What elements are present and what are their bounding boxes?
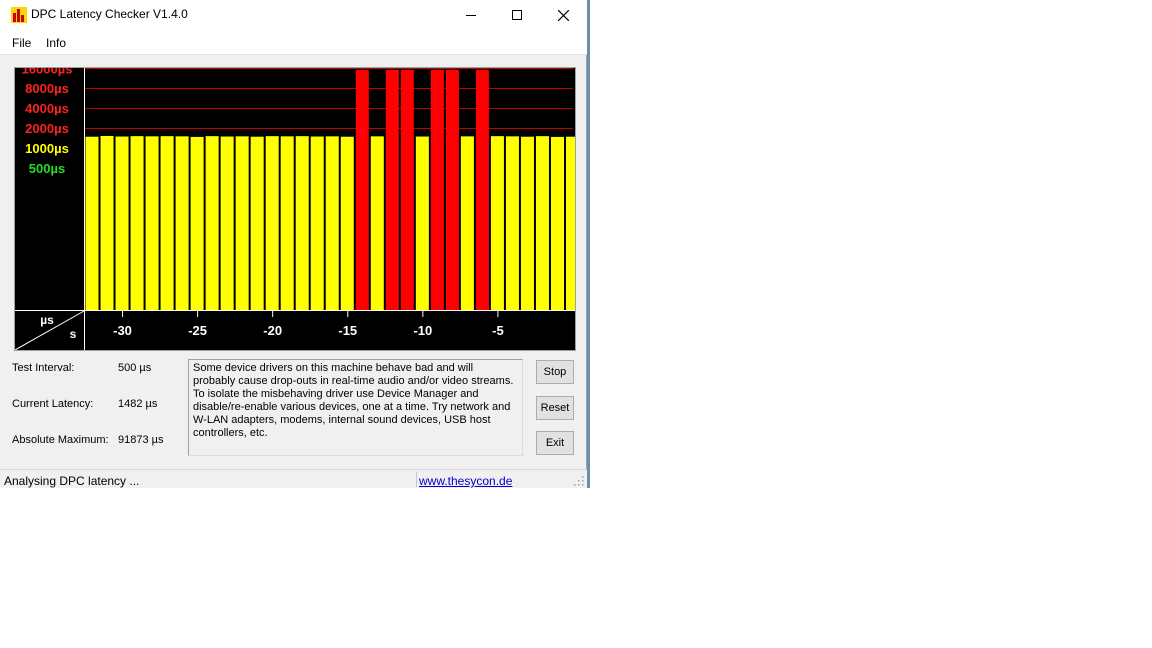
latency-bar [280, 136, 294, 310]
latency-chart: 16000µs 8000µs 4000µs 2000µs 1000µs 500µs -30 -… [14, 67, 576, 351]
latency-bar [160, 136, 174, 310]
x-tick-label: -25 [188, 323, 207, 338]
y-tick-label: 16000µs [22, 68, 73, 76]
latency-bar [520, 136, 534, 310]
latency-bar [250, 136, 264, 310]
y-tick-label: 500µs [29, 161, 65, 176]
website-link[interactable]: www.thesycon.de [419, 474, 512, 488]
latency-bar [490, 136, 504, 310]
title-bar[interactable]: DPC Latency Checker V1.4.0 [0, 0, 587, 30]
latency-bar [175, 136, 189, 310]
latency-bar [340, 136, 354, 310]
menu-file[interactable]: File [12, 36, 31, 50]
maximize-button[interactable] [494, 0, 540, 30]
latency-bar [265, 136, 279, 310]
x-tick-label: -20 [263, 323, 282, 338]
latency-bar [235, 136, 249, 310]
latency-bar [220, 136, 234, 310]
bar-chart-app-icon [11, 7, 27, 23]
latency-bar [430, 70, 444, 310]
current-latency-value: 1482 µs [118, 398, 158, 410]
latency-bar [400, 70, 414, 310]
latency-bar [460, 136, 474, 310]
latency-bar [190, 136, 204, 310]
menu-info[interactable]: Info [46, 36, 66, 50]
latency-bar [565, 136, 575, 310]
x-tick-label: -10 [413, 323, 432, 338]
status-separator [416, 472, 417, 487]
test-interval-label: Test Interval: [12, 362, 75, 374]
close-icon [557, 9, 569, 21]
test-interval-value: 500 µs [118, 362, 152, 374]
stop-button[interactable]: Stop [536, 360, 574, 384]
desktop-background-strip [587, 0, 590, 488]
absolute-maximum-value: 91873 µs [118, 434, 164, 446]
current-latency-label: Current Latency: [12, 398, 94, 410]
latency-bar [550, 136, 564, 310]
minimize-icon [466, 15, 476, 16]
x-tick-label: -30 [113, 323, 132, 338]
message-box: Some device drivers on this machine beha… [188, 359, 523, 456]
resize-grip-icon[interactable] [574, 476, 584, 486]
latency-bar [205, 136, 219, 310]
latency-bar [295, 136, 309, 310]
status-text: Analysing DPC latency ... [4, 474, 140, 488]
latency-bar [505, 136, 519, 310]
latency-bar [325, 136, 339, 310]
y-tick-label: 8000µs [25, 81, 69, 96]
latency-bar [355, 70, 369, 310]
latency-bar [385, 70, 399, 310]
latency-bar [445, 70, 459, 310]
app-window: DPC Latency Checker V1.4.0 File Info 160… [0, 0, 587, 488]
exit-button[interactable]: Exit [536, 431, 574, 455]
x-tick-label: -5 [492, 323, 504, 338]
latency-chart-svg: 16000µs 8000µs 4000µs 2000µs 1000µs 500µs -30 -… [15, 68, 575, 350]
latency-bar [475, 70, 489, 310]
absolute-maximum-label: Absolute Maximum: [12, 434, 109, 446]
latency-bar [370, 136, 384, 310]
latency-bar [145, 136, 159, 310]
minimize-button[interactable] [448, 0, 494, 30]
y-tick-label: 2000µs [25, 121, 69, 136]
latency-bar [115, 136, 129, 310]
latency-bar [130, 136, 144, 310]
latency-bar [310, 136, 324, 310]
reset-button[interactable]: Reset [536, 396, 574, 420]
close-button[interactable] [540, 0, 586, 30]
latency-bar [415, 136, 429, 310]
menu-bar: File Info [0, 30, 587, 55]
y-tick-label: 4000µs [25, 101, 69, 116]
latency-bar [100, 135, 114, 310]
window-title: DPC Latency Checker V1.4.0 [31, 7, 188, 21]
x-unit-label: s [70, 327, 77, 341]
maximize-icon [512, 10, 522, 20]
y-tick-label: 1000µs [25, 141, 69, 156]
latency-bar [535, 136, 549, 310]
latency-bar [85, 136, 99, 310]
y-unit-label: µs [40, 313, 54, 327]
x-tick-label: -15 [338, 323, 357, 338]
status-bar: Analysing DPC latency ... www.thesycon.d… [0, 469, 587, 488]
